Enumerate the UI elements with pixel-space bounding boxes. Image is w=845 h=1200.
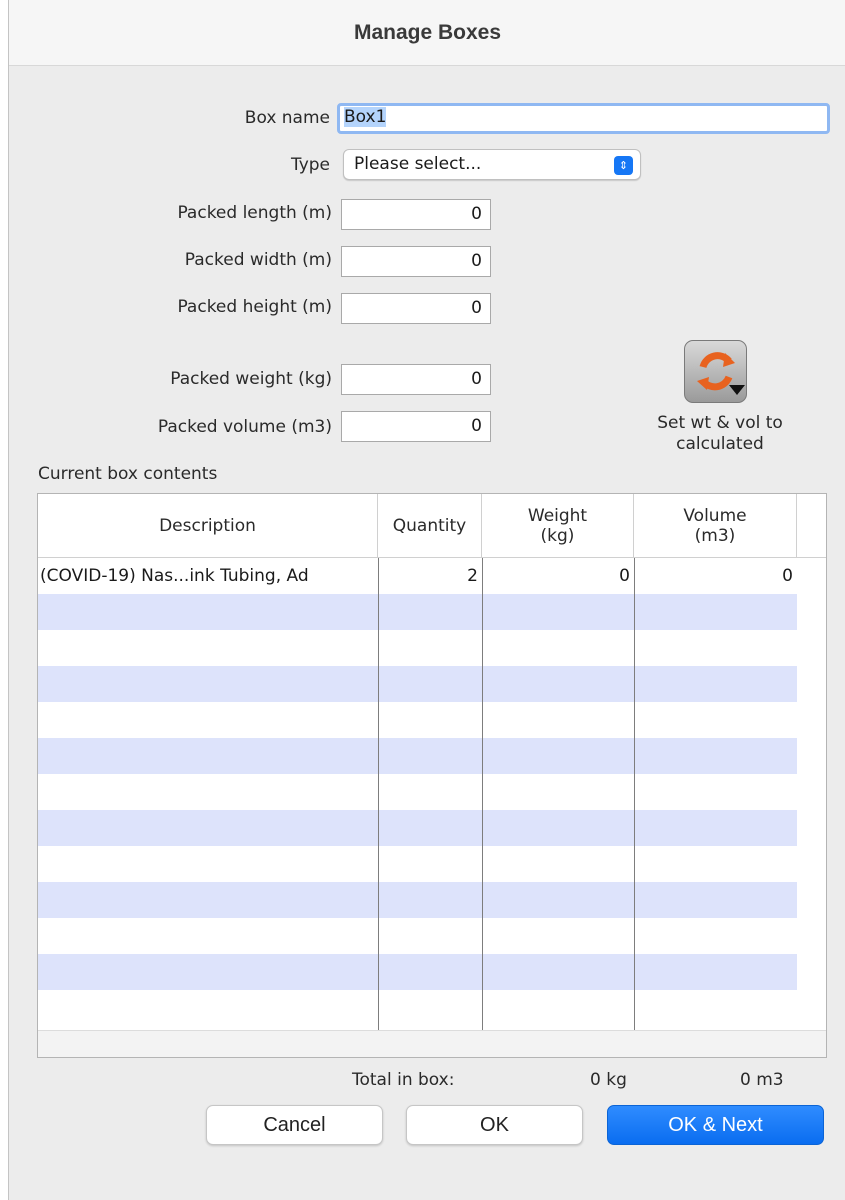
box-name-field[interactable]: Box1 — [337, 103, 830, 134]
caption-line-1: Set wt & vol to — [657, 413, 783, 433]
box-contents-table[interactable]: Description Quantity Weight (kg) Volume (m… — [37, 493, 827, 1058]
cell-quantity: 2 — [467, 566, 478, 586]
packed-width-field[interactable]: 0 — [341, 246, 491, 277]
title-bar: Manage Boxes — [9, 0, 845, 66]
column-divider — [482, 558, 483, 1030]
total-label: Total in box: — [352, 1070, 455, 1090]
cell-weight: 0 — [619, 566, 630, 586]
caption-line-2: calculated — [676, 434, 764, 454]
cancel-button[interactable]: Cancel — [206, 1105, 383, 1145]
set-calculated-button[interactable] — [684, 340, 747, 403]
packed-length-label: Packed length (m) — [177, 203, 332, 223]
cell-description: (COVID-19) Nas...ink Tubing, Ad — [40, 566, 309, 586]
empty-row — [38, 810, 797, 846]
packed-volume-label: Packed volume (m3) — [157, 417, 332, 437]
empty-row — [38, 738, 797, 774]
type-select[interactable]: Please select... ⇕ — [343, 149, 641, 180]
cell-volume: 0 — [782, 566, 793, 586]
empty-row — [38, 666, 797, 702]
window-title: Manage Boxes — [353, 20, 502, 44]
col-weight[interactable]: Weight (kg) — [482, 494, 634, 558]
empty-row — [38, 882, 797, 918]
table-header: Description Quantity Weight (kg) Volume (m… — [38, 494, 826, 558]
packed-length-field[interactable]: 0 — [341, 199, 491, 230]
total-weight: 0 kg — [590, 1070, 627, 1090]
ok-button[interactable]: OK — [406, 1105, 583, 1145]
packed-volume-field[interactable]: 0 — [341, 411, 491, 442]
column-divider — [634, 558, 635, 1030]
col-volume[interactable]: Volume (m3) — [634, 494, 797, 558]
empty-row — [38, 774, 797, 810]
empty-row — [38, 846, 797, 882]
ok-next-button[interactable]: OK & Next — [607, 1105, 824, 1145]
empty-row — [38, 990, 797, 1026]
chevron-updown-icon: ⇕ — [614, 156, 633, 175]
empty-row — [38, 630, 797, 666]
col-description[interactable]: Description — [38, 494, 378, 558]
set-calculated-caption: Set wt & vol to calculated — [640, 413, 800, 455]
packed-weight-label: Packed weight (kg) — [170, 369, 332, 389]
current-box-contents-label: Current box contents — [38, 464, 218, 484]
packed-weight-field[interactable]: 0 — [341, 364, 491, 395]
type-label: Type — [290, 155, 330, 175]
column-divider — [378, 558, 379, 1030]
box-name-label: Box name — [244, 108, 330, 128]
packed-height-field[interactable]: 0 — [341, 293, 491, 324]
horizontal-scrollbar[interactable] — [38, 1030, 826, 1057]
empty-row — [38, 702, 797, 738]
type-select-value: Please select... — [354, 154, 482, 174]
packed-width-label: Packed width (m) — [184, 250, 332, 270]
packed-height-label: Packed height (m) — [177, 297, 332, 317]
refresh-dropdown-icon — [697, 352, 745, 395]
empty-row — [38, 918, 797, 954]
empty-row — [38, 954, 797, 990]
total-volume: 0 m3 — [740, 1070, 784, 1090]
col-quantity[interactable]: Quantity — [378, 494, 482, 558]
table-row[interactable]: (COVID-19) Nas...ink Tubing, Ad 2 0 0 — [38, 558, 797, 594]
empty-row — [38, 594, 797, 630]
